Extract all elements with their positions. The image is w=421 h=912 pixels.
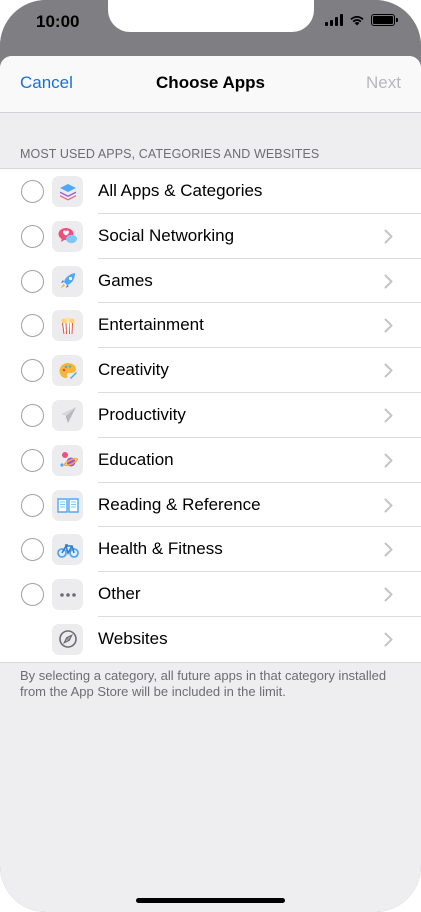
rocket-icon	[52, 265, 83, 297]
category-label: All Apps & Categories	[98, 181, 263, 200]
category-row[interactable]: Websites	[0, 617, 421, 662]
select-radio-button[interactable]	[21, 538, 44, 562]
select-radio-button[interactable]	[21, 314, 44, 338]
category-row[interactable]: Entertainment	[0, 303, 421, 349]
status-icons	[325, 14, 398, 26]
stack-icon	[52, 176, 83, 207]
select-radio-button[interactable]	[21, 269, 44, 293]
ellipsis-icon	[52, 579, 83, 611]
category-label: Health & Fitness	[98, 539, 223, 559]
category-row[interactable]: Productivity	[0, 393, 421, 438]
speech-bubbles-icon	[52, 220, 83, 252]
navigation-bar: Cancel Choose Apps Next	[0, 56, 421, 113]
category-row[interactable]: Games	[0, 259, 421, 304]
status-time: 10:00	[36, 12, 80, 31]
paper-plane-icon	[52, 399, 83, 431]
category-row[interactable]: All Apps & Categories	[0, 169, 421, 214]
category-label: Reading & Reference	[98, 494, 261, 514]
select-radio-button[interactable]	[21, 403, 44, 427]
page-title: Choose Apps	[156, 73, 265, 92]
category-label: Productivity	[98, 404, 186, 424]
category-row[interactable]: Social Networking	[0, 214, 421, 259]
category-row[interactable]: Health & Fitness	[0, 527, 421, 573]
book-icon	[52, 489, 83, 521]
signal-icon	[325, 14, 343, 26]
planet-icon	[52, 444, 83, 476]
status-bar: 10:00	[0, 0, 421, 56]
select-radio-button[interactable]	[21, 359, 44, 383]
home-indicator	[136, 898, 285, 903]
bicycle-icon	[52, 534, 83, 566]
select-radio-button[interactable]	[21, 493, 44, 517]
category-row[interactable]: Education	[0, 438, 421, 483]
footer-note: By selecting a category, all future apps…	[20, 668, 387, 699]
category-label: Social Networking	[98, 225, 235, 245]
wifi-icon	[350, 16, 364, 26]
category-label: Games	[98, 270, 153, 290]
category-label: Entertainment	[98, 315, 204, 335]
category-label: Other	[98, 584, 141, 604]
select-radio-button[interactable]	[21, 180, 44, 203]
category-label: Creativity	[98, 360, 169, 380]
section-header: MOST USED APPS, CATEGORIES AND WEBSITES	[20, 147, 320, 161]
category-list: All Apps & Categories Social Networking Ga…	[0, 168, 421, 663]
choose-apps-sheet: Cancel Choose Apps Next MOST USED APPS, …	[0, 56, 421, 912]
select-radio-button[interactable]	[21, 224, 44, 248]
popcorn-icon	[52, 310, 83, 342]
next-button[interactable]: Next	[366, 73, 401, 93]
select-radio-button[interactable]	[21, 448, 44, 472]
category-row[interactable]: Other	[0, 572, 421, 617]
select-radio-button[interactable]	[21, 583, 44, 607]
compass-icon	[52, 623, 83, 655]
category-row[interactable]: Reading & Reference	[0, 483, 421, 528]
battery-icon	[371, 14, 398, 26]
palette-icon	[52, 355, 83, 387]
category-row[interactable]: Creativity	[0, 348, 421, 393]
category-label: Websites	[98, 628, 168, 648]
category-label: Education	[98, 449, 174, 469]
notch	[108, 0, 314, 32]
device-frame: 10:00 Cancel Choose Apps Next MOST USED …	[0, 0, 421, 912]
